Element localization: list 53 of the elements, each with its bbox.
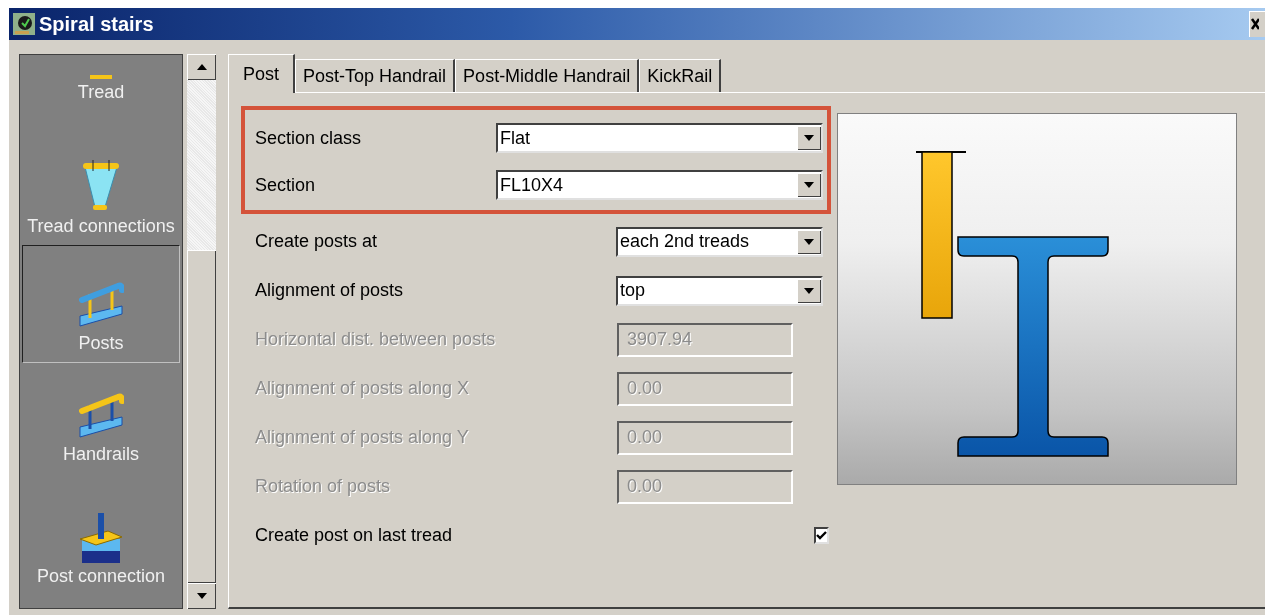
base-plate-icon xyxy=(78,513,124,563)
field-label: Horizontal dist. between posts xyxy=(255,329,496,350)
dropdown-button[interactable] xyxy=(797,126,821,150)
checkbox[interactable] xyxy=(814,526,830,544)
field-label: Alignment of posts along Y xyxy=(255,427,469,448)
field-label: Create post on last tread xyxy=(255,524,453,546)
scroll-up-button[interactable] xyxy=(187,54,216,80)
dropdown-value: top xyxy=(619,280,647,301)
sidebar-item[interactable]: Post connection xyxy=(22,473,180,595)
sidebar-label: Tread connections xyxy=(27,215,175,238)
close-icon xyxy=(1249,18,1259,30)
tab[interactable]: Post xyxy=(228,54,296,93)
field-label: Alignment of posts xyxy=(255,280,404,301)
dropdown-button[interactable] xyxy=(797,173,821,197)
close-button[interactable] xyxy=(1249,11,1265,37)
tab[interactable]: Post-Middle Handrail xyxy=(455,59,640,92)
sidebar-item[interactable]: Handrails xyxy=(22,363,180,473)
dropdown-value: FL10X4 xyxy=(499,174,565,196)
down-arrow-icon xyxy=(804,135,814,141)
dropdown-button[interactable] xyxy=(797,278,821,303)
sidebar-item[interactable]: Tread xyxy=(22,55,180,111)
sidebar-label: Handrails xyxy=(62,443,139,466)
app-icon xyxy=(13,13,35,35)
tread-icon xyxy=(90,75,112,79)
down-arrow-icon xyxy=(804,182,814,188)
sidebar-label: Tread xyxy=(77,81,125,104)
tab[interactable]: Post-Top Handrail xyxy=(295,59,456,92)
down-arrow-icon xyxy=(196,593,207,599)
up-arrow-icon xyxy=(196,64,207,70)
down-arrow-icon xyxy=(804,238,814,245)
dropdown[interactable]: each 2nd treads xyxy=(616,226,823,257)
field-label: Alignment of posts along X xyxy=(255,378,470,399)
down-arrow-icon xyxy=(804,287,814,294)
scroll-down-button[interactable] xyxy=(187,583,216,609)
field-label: Section class xyxy=(255,127,362,149)
check-icon xyxy=(816,530,828,540)
sidebar-item[interactable]: Tread connections xyxy=(22,111,180,245)
dropdown[interactable]: FL10X4 xyxy=(496,170,823,200)
sidebar-label: Post connection xyxy=(36,565,166,588)
dropdown-button[interactable] xyxy=(797,229,821,254)
dropdown-value: Flat xyxy=(499,127,531,149)
dropdown-value: each 2nd treads xyxy=(619,231,751,252)
sidebar-item[interactable]: Posts xyxy=(22,245,180,363)
dropdown[interactable]: top xyxy=(616,275,823,306)
sidebar-label: Posts xyxy=(78,332,124,355)
window-title: Spiral stairs xyxy=(39,12,154,36)
field-label: Create posts at xyxy=(255,231,378,252)
scroll-thumb[interactable] xyxy=(187,250,216,583)
dropdown[interactable]: Flat xyxy=(496,123,823,153)
field-label: Section xyxy=(255,174,316,196)
field-label: Rotation of posts xyxy=(255,476,391,497)
tab[interactable]: KickRail xyxy=(639,59,722,92)
scrollbar[interactable] xyxy=(187,54,216,609)
